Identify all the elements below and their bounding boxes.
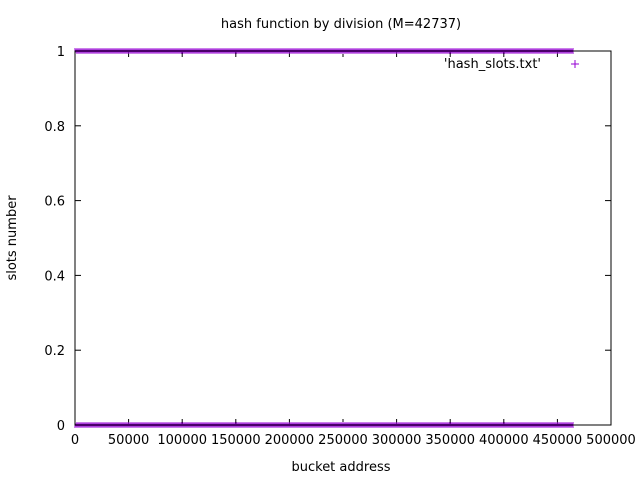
y-axis-label: slots number bbox=[5, 195, 20, 281]
y-tick-label: 0 bbox=[57, 419, 65, 434]
chart-title: hash function by division (M=42737) bbox=[221, 17, 461, 32]
x-tick-label: 250000 bbox=[318, 433, 368, 448]
x-tick-label: 100000 bbox=[157, 433, 207, 448]
chart: hash function by division (M=42737) buck… bbox=[5, 17, 636, 475]
x-tick-label: 50000 bbox=[108, 433, 149, 448]
y-tick-label: 0.4 bbox=[44, 269, 65, 284]
x-tick-label: 300000 bbox=[372, 433, 422, 448]
y-tick-label: 0.8 bbox=[44, 120, 65, 135]
x-tick-label: 0 bbox=[71, 433, 79, 448]
x-axis-label: bucket address bbox=[291, 460, 390, 475]
y-tick-label: 1 bbox=[57, 45, 65, 60]
y-tick-label: 0.2 bbox=[44, 344, 65, 359]
data-points bbox=[74, 48, 574, 428]
legend-series-label: 'hash_slots.txt' bbox=[444, 57, 541, 72]
y-tick-label: 0.6 bbox=[44, 195, 65, 210]
x-tick-label: 450000 bbox=[533, 433, 583, 448]
x-tick-label: 500000 bbox=[586, 433, 636, 448]
axis-ticks: 0 50000 100000 150000 200000 250000 300000 3500… bbox=[44, 45, 636, 448]
legend-series-marker bbox=[571, 60, 579, 68]
plot-frame bbox=[74, 50, 612, 426]
x-tick-label: 350000 bbox=[425, 433, 475, 448]
x-tick-label: 200000 bbox=[265, 433, 315, 448]
legend: 'hash_slots.txt' bbox=[444, 57, 579, 72]
x-tick-label: 400000 bbox=[479, 433, 529, 448]
x-tick-label: 150000 bbox=[211, 433, 261, 448]
